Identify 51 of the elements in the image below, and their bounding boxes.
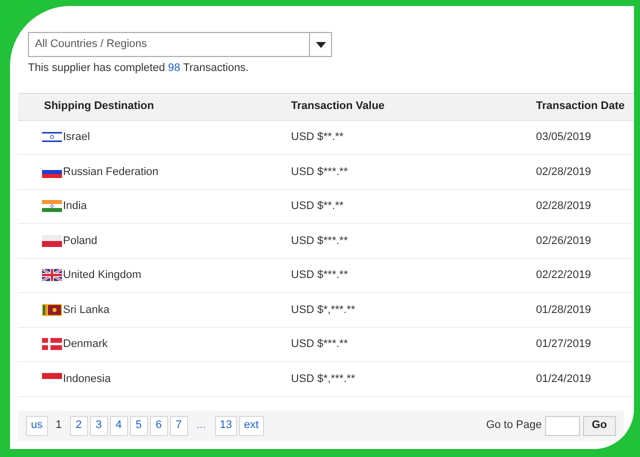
flag-icon <box>42 269 62 282</box>
go-button[interactable]: Go <box>582 416 616 436</box>
table-cell-text: Israel <box>63 130 90 145</box>
table-cell-text: USD $*,***.** <box>291 372 356 386</box>
flag-icon <box>42 131 62 144</box>
table-cell-text: USD $**.** <box>291 130 345 145</box>
page-button[interactable]: 1 <box>50 416 68 436</box>
table-cell-text: 02/22/2019 <box>536 268 592 283</box>
go-to-page-label: Go to Page <box>486 418 542 434</box>
pagination-ellipsis: ... <box>196 418 207 434</box>
table-cell-text: 03/05/2019 <box>536 130 592 145</box>
flag-icon <box>42 304 62 316</box>
table-cell-text: USD $***.** <box>291 234 349 248</box>
table-cell-text: USD $***.** <box>291 268 349 283</box>
flag-icon <box>42 200 62 212</box>
column-header: Transaction Value <box>291 99 386 114</box>
page-input[interactable] <box>544 416 580 436</box>
dropdown-value: All Countries / Regions <box>34 37 148 52</box>
summary-text: This supplier has completed 98 Transactions. <box>28 61 250 76</box>
table-cell-text: Sri Lanka <box>63 302 110 318</box>
flag-icon <box>42 234 62 247</box>
table-cell-text: USD $***.** <box>291 164 349 180</box>
table-cell-text: 01/27/2019 <box>536 337 592 352</box>
column-header: Shipping Destination <box>43 99 155 114</box>
table-cell-text: Denmark <box>63 337 108 352</box>
previous-button[interactable]: us <box>26 416 48 436</box>
table-cell-text: United Kingdom <box>63 268 142 283</box>
region-dropdown[interactable]: All Countries / Regions <box>28 32 332 57</box>
table-cell-text: 02/26/2019 <box>536 234 592 248</box>
table-cell-text: Russian Federation <box>63 164 158 180</box>
caret-icon <box>316 42 326 48</box>
page-button[interactable]: 7 <box>170 416 188 436</box>
table-cell-text: USD $*,***.** <box>291 302 356 318</box>
next-button[interactable]: ext <box>239 416 264 436</box>
page-button[interactable]: 2 <box>70 416 88 436</box>
table-cell-text: 02/28/2019 <box>536 164 592 180</box>
column-header: Transaction Date <box>536 99 625 114</box>
page-button[interactable]: 6 <box>150 416 168 436</box>
table-cell-text: Indonesia <box>63 372 111 386</box>
flag-icon <box>42 338 62 350</box>
table-cell-text: 02/28/2019 <box>536 199 592 214</box>
page-button[interactable]: 13 <box>214 416 238 436</box>
table-cell-text: USD $***.** <box>291 337 349 352</box>
table-cell-text: India <box>63 199 87 214</box>
page-button[interactable]: 5 <box>130 416 148 436</box>
page-button[interactable]: 3 <box>90 416 108 436</box>
table-cell-text: USD $**.** <box>291 199 345 214</box>
table-cell-text: 01/24/2019 <box>536 372 592 386</box>
table-cell-text: Poland <box>63 234 98 248</box>
page-button[interactable]: 4 <box>110 416 128 436</box>
table-cell-text: 01/28/2019 <box>536 302 592 318</box>
